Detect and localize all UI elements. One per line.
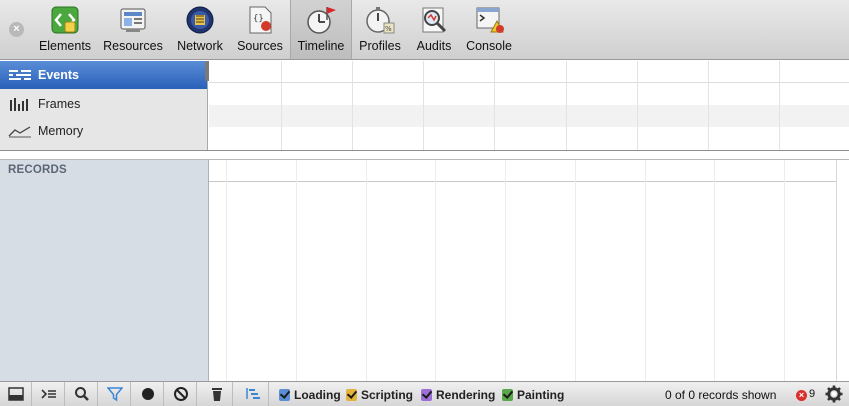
- tab-sources[interactable]: {} Sources: [233, 0, 287, 59]
- dock-toggle-button[interactable]: [0, 382, 32, 406]
- record-button[interactable]: [132, 382, 164, 406]
- timeline-overview: Events Frames Memory: [0, 61, 849, 151]
- search-button[interactable]: [66, 382, 98, 406]
- overview-item-label: Events: [38, 68, 79, 82]
- tab-network[interactable]: Network: [169, 0, 231, 59]
- filter-label: Rendering: [436, 388, 496, 402]
- dock-icon: [8, 387, 24, 401]
- garbage-collect-button[interactable]: [201, 382, 233, 406]
- overview-item-events[interactable]: Events: [0, 61, 207, 89]
- checkbox-rendering[interactable]: [421, 389, 432, 401]
- overview-item-label: Memory: [38, 124, 84, 138]
- clear-button[interactable]: [165, 382, 197, 406]
- record-count: 0 of 0 records shown: [665, 388, 777, 402]
- tab-label: Elements: [38, 39, 92, 53]
- console-drawer-button[interactable]: [33, 382, 65, 406]
- tab-audits[interactable]: Audits: [409, 0, 459, 59]
- memory-icon: [8, 126, 31, 138]
- error-count: 9: [809, 388, 816, 400]
- glue-events-button[interactable]: [237, 382, 269, 406]
- checkbox-loading[interactable]: [279, 389, 290, 401]
- svg-text:%: %: [385, 25, 392, 33]
- tab-label: Resources: [103, 39, 163, 53]
- error-icon: ×: [796, 390, 807, 401]
- filter-icon: [107, 387, 123, 402]
- overview-item-label: Frames: [38, 97, 81, 111]
- filter-label: Scripting: [361, 388, 414, 402]
- resources-icon: [120, 8, 146, 32]
- sources-icon: {}: [249, 6, 272, 34]
- filter-scripting[interactable]: Scripting: [346, 388, 413, 402]
- checkbox-painting[interactable]: [502, 389, 513, 401]
- clear-icon: [174, 387, 188, 401]
- audits-icon: [422, 7, 447, 33]
- overview-graph[interactable]: [209, 61, 849, 150]
- tab-label: Sources: [237, 39, 283, 53]
- trash-icon: [212, 388, 222, 401]
- filter-label: Painting: [517, 388, 565, 402]
- tab-label: Profiles: [359, 39, 401, 53]
- tab-profiles[interactable]: % Profiles: [354, 0, 406, 59]
- toolbar: × Elements Resources Network {} Sources …: [0, 0, 849, 60]
- tree-view-icon: [246, 388, 260, 399]
- close-icon[interactable]: ×: [9, 22, 24, 37]
- filter-painting[interactable]: Painting: [502, 388, 564, 402]
- tab-resources[interactable]: Resources: [100, 0, 166, 59]
- console-icon: [476, 7, 504, 33]
- panel-divider[interactable]: [0, 151, 849, 160]
- filter-rendering[interactable]: Rendering: [421, 388, 495, 402]
- tab-label: Timeline: [297, 39, 345, 53]
- records-title: RECORDS: [8, 164, 67, 176]
- tab-label: Console: [466, 39, 512, 53]
- status-bar: Loading Scripting Rendering Painting 0 o…: [0, 381, 849, 406]
- svg-text:{}: {}: [253, 14, 264, 24]
- overview-item-memory[interactable]: Memory: [0, 117, 207, 145]
- tab-console[interactable]: Console: [462, 0, 516, 59]
- frames-icon: [10, 98, 28, 111]
- events-icon: [9, 70, 31, 80]
- records-sidebar: RECORDS: [0, 160, 209, 381]
- filter-button[interactable]: [99, 382, 131, 406]
- overview-item-frames[interactable]: Frames: [0, 90, 207, 118]
- filter-label: Loading: [294, 388, 341, 402]
- tab-label: Network: [177, 39, 223, 53]
- tab-timeline[interactable]: Timeline: [290, 0, 352, 59]
- overview-sidebar: Events Frames Memory: [0, 61, 208, 150]
- timeline-icon: [307, 7, 336, 34]
- checkbox-scripting[interactable]: [346, 389, 357, 401]
- profiles-icon: %: [366, 7, 395, 34]
- filter-loading[interactable]: Loading: [279, 388, 341, 402]
- record-icon: [142, 388, 154, 400]
- elements-icon: [51, 6, 79, 34]
- error-count-badge[interactable]: × 9: [796, 388, 815, 401]
- records-graph[interactable]: [209, 160, 849, 381]
- tab-elements[interactable]: Elements: [33, 0, 97, 59]
- search-icon: [75, 387, 89, 401]
- gear-icon[interactable]: [825, 385, 843, 403]
- network-icon: [186, 6, 214, 34]
- tab-label: Audits: [416, 39, 452, 53]
- console-prompt-icon: [41, 389, 56, 399]
